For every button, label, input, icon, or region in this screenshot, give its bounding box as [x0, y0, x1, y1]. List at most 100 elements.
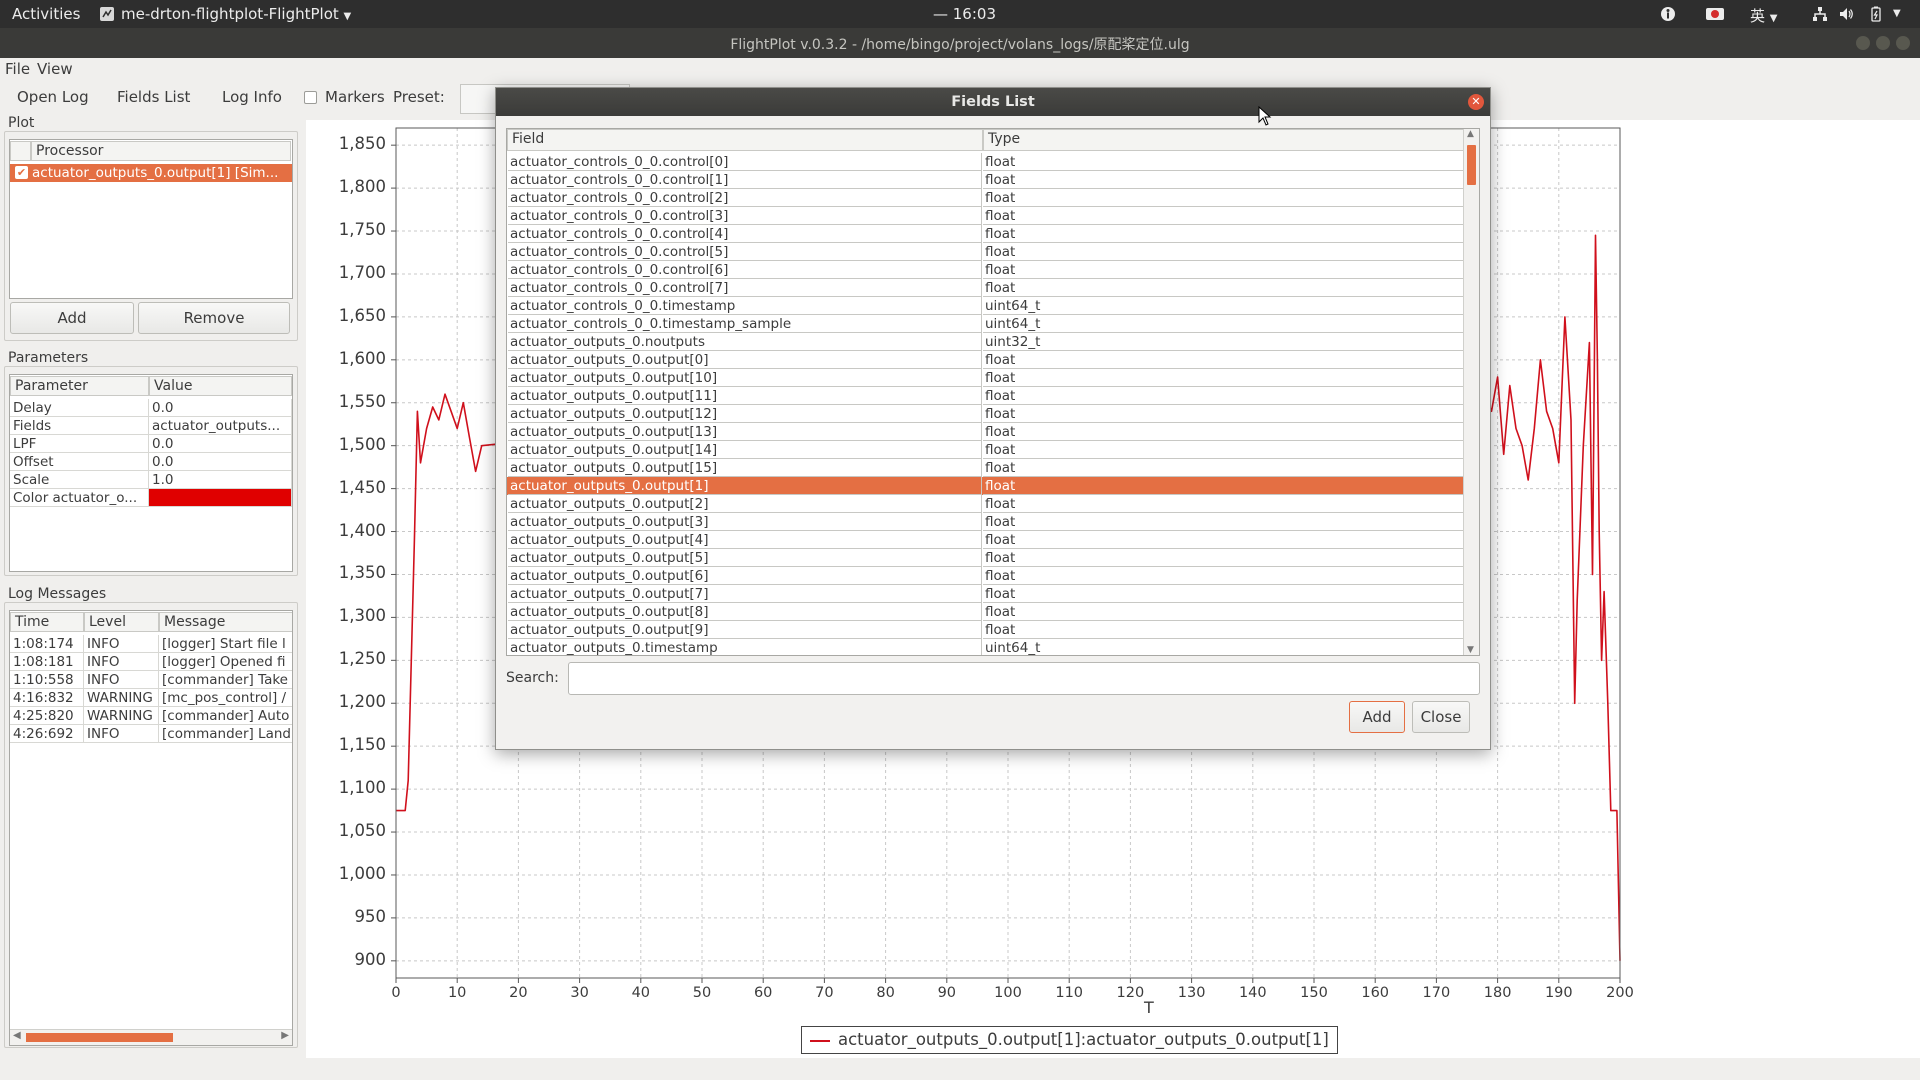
field-row[interactable]: actuator_controls_0_0.timestamp_sample ui…	[507, 315, 1464, 333]
fields-list-button[interactable]: Fields List	[117, 88, 190, 106]
processor-row[interactable]: ✔ actuator_outputs_0.output[1] [Sim...	[10, 164, 292, 182]
field-row[interactable]: actuator_outputs_0.noutputs uint32_t	[507, 333, 1464, 351]
field-name: actuator_outputs_0.timestamp	[508, 639, 982, 655]
field-row[interactable]: actuator_outputs_0.output[12] float	[507, 405, 1464, 423]
field-type: float	[983, 225, 1464, 243]
field-row[interactable]: actuator_controls_0_0.control[5] float	[507, 243, 1464, 261]
field-row[interactable]: actuator_outputs_0.output[7] float	[507, 585, 1464, 603]
scroll-right-icon[interactable]: ▶	[281, 1030, 289, 1041]
field-name: actuator_controls_0_0.control[0]	[508, 153, 982, 171]
fields-vertical-scrollbar[interactable]: ▲ ▼	[1463, 129, 1479, 655]
menu-file[interactable]: File	[5, 60, 30, 78]
processor-check-header	[10, 141, 31, 161]
field-row[interactable]: actuator_controls_0_0.control[1] float	[507, 171, 1464, 189]
field-row[interactable]: actuator_controls_0_0.control[6] float	[507, 261, 1464, 279]
field-row[interactable]: actuator_outputs_0.output[4] float	[507, 531, 1464, 549]
field-row[interactable]: actuator_outputs_0.output[6] float	[507, 567, 1464, 585]
log-message[interactable]: [logger] Start file l	[159, 635, 292, 653]
param-value[interactable]: 0.0	[149, 399, 292, 417]
param-value[interactable]: 0.0	[149, 435, 292, 453]
fields-list-dialog: Fields List ✕ Field Type actuator_contro…	[495, 87, 1491, 750]
field-row[interactable]: actuator_outputs_0.output[0] float	[507, 351, 1464, 369]
open-log-button[interactable]: Open Log	[17, 88, 89, 106]
close-window-icon[interactable]	[1896, 36, 1910, 50]
activities-button[interactable]: Activities	[12, 5, 80, 23]
value-column-header: Value	[149, 376, 292, 396]
field-row[interactable]: actuator_controls_0_0.control[0] float	[507, 153, 1464, 171]
search-input[interactable]	[568, 662, 1480, 695]
fields-table[interactable]: Field Type actuator_controls_0_0.control…	[506, 128, 1480, 656]
log-message[interactable]: [mc_pos_control] /	[159, 689, 292, 707]
plot-group-title: Plot	[6, 115, 37, 131]
log-message[interactable]: [commander] Land	[159, 725, 292, 743]
param-value[interactable]: 0.0	[149, 453, 292, 471]
accessibility-icon[interactable]	[1660, 6, 1676, 22]
network-icon[interactable]	[1812, 6, 1828, 22]
field-row[interactable]: actuator_controls_0_0.control[4] float	[507, 225, 1464, 243]
log-info-button[interactable]: Log Info	[222, 88, 282, 106]
field-row[interactable]: actuator_controls_0_0.control[2] float	[507, 189, 1464, 207]
log-horizontal-scrollbar[interactable]: ◀ ▶	[10, 1029, 292, 1045]
maximize-icon[interactable]	[1876, 36, 1890, 50]
field-row[interactable]: actuator_outputs_0.output[9] float	[507, 621, 1464, 639]
field-row[interactable]: actuator_outputs_0.output[1] float	[507, 477, 1464, 495]
close-dialog-button[interactable]: Close	[1412, 701, 1470, 733]
remove-processor-button[interactable]: Remove	[138, 302, 290, 334]
field-row[interactable]: actuator_controls_0_0.control[3] float	[507, 207, 1464, 225]
parameters-table[interactable]: Parameter Value Delay 0.0 Fields actuato…	[9, 374, 293, 572]
param-value[interactable]: actuator_outputs...	[149, 417, 292, 435]
scroll-left-icon[interactable]: ◀	[13, 1030, 21, 1041]
scrollbar-thumb[interactable]	[1467, 145, 1476, 185]
log-time: 1:08:181	[10, 653, 84, 671]
field-row[interactable]: actuator_outputs_0.output[15] float	[507, 459, 1464, 477]
field-name: actuator_controls_0_0.control[1]	[508, 171, 982, 189]
clock[interactable]: — 16:03	[933, 5, 996, 23]
log-message[interactable]: [logger] Opened fi	[159, 653, 292, 671]
add-field-button[interactable]: Add	[1349, 701, 1405, 733]
field-type: float	[983, 477, 1464, 495]
app-menu-button[interactable]: me-drton-flightplot-FlightPlot ▼	[121, 5, 351, 23]
field-row[interactable]: actuator_outputs_0.output[11] float	[507, 387, 1464, 405]
field-type: float	[983, 585, 1464, 603]
field-row[interactable]: actuator_outputs_0.output[8] float	[507, 603, 1464, 621]
field-column-header[interactable]: Field	[507, 129, 983, 151]
field-row[interactable]: actuator_outputs_0.timestamp uint64_t	[507, 639, 1464, 655]
window-title-bar[interactable]: FlightPlot v.0.3.2 - /home/bingo/project…	[0, 28, 1920, 58]
battery-icon[interactable]	[1868, 6, 1884, 22]
type-column-header[interactable]: Type	[983, 129, 1464, 151]
input-method-menu[interactable]: 英 ▼	[1750, 5, 1778, 26]
x-tick-label: 80	[876, 985, 895, 1001]
processor-header: Processor	[31, 141, 291, 161]
field-row[interactable]: actuator_outputs_0.output[10] float	[507, 369, 1464, 387]
field-row[interactable]: actuator_outputs_0.output[14] float	[507, 441, 1464, 459]
field-row[interactable]: actuator_outputs_0.output[3] float	[507, 513, 1464, 531]
color-swatch[interactable]	[149, 489, 292, 507]
field-row[interactable]: actuator_controls_0_0.control[7] float	[507, 279, 1464, 297]
scroll-down-icon[interactable]: ▼	[1467, 645, 1474, 655]
field-name: actuator_outputs_0.output[13]	[508, 423, 982, 441]
field-row[interactable]: actuator_outputs_0.output[2] float	[507, 495, 1464, 513]
menubar: File View	[0, 58, 1920, 80]
menu-view[interactable]: View	[37, 60, 73, 78]
dialog-title[interactable]: Fields List	[496, 88, 1490, 116]
processor-list[interactable]: Processor ✔ actuator_outputs_0.output[1]…	[9, 139, 293, 299]
add-processor-button[interactable]: Add	[10, 302, 134, 334]
log-message[interactable]: [commander] Auto	[159, 707, 292, 725]
field-type: float	[983, 567, 1464, 585]
scroll-up-icon[interactable]: ▲	[1467, 129, 1474, 139]
field-row[interactable]: actuator_controls_0_0.timestamp uint64_t	[507, 297, 1464, 315]
close-icon[interactable]: ✕	[1468, 94, 1484, 110]
screen-record-icon[interactable]	[1705, 6, 1725, 22]
field-row[interactable]: actuator_outputs_0.output[5] float	[507, 549, 1464, 567]
markers-checkbox[interactable]	[304, 91, 317, 104]
log-messages-table[interactable]: Time Level Message 1:08:174 INFO [logger…	[9, 610, 293, 1046]
volume-icon[interactable]	[1838, 6, 1854, 22]
param-value[interactable]: 1.0	[149, 471, 292, 489]
window-title: FlightPlot v.0.3.2 - /home/bingo/project…	[730, 37, 1190, 53]
log-message[interactable]: [commander] Take	[159, 671, 292, 689]
minimize-icon[interactable]	[1856, 36, 1870, 50]
field-row[interactable]: actuator_outputs_0.output[13] float	[507, 423, 1464, 441]
system-menu-chevron-icon[interactable]: ▼	[1893, 8, 1901, 19]
scrollbar-thumb[interactable]	[26, 1033, 173, 1042]
checkmark-icon[interactable]: ✔	[15, 166, 28, 179]
